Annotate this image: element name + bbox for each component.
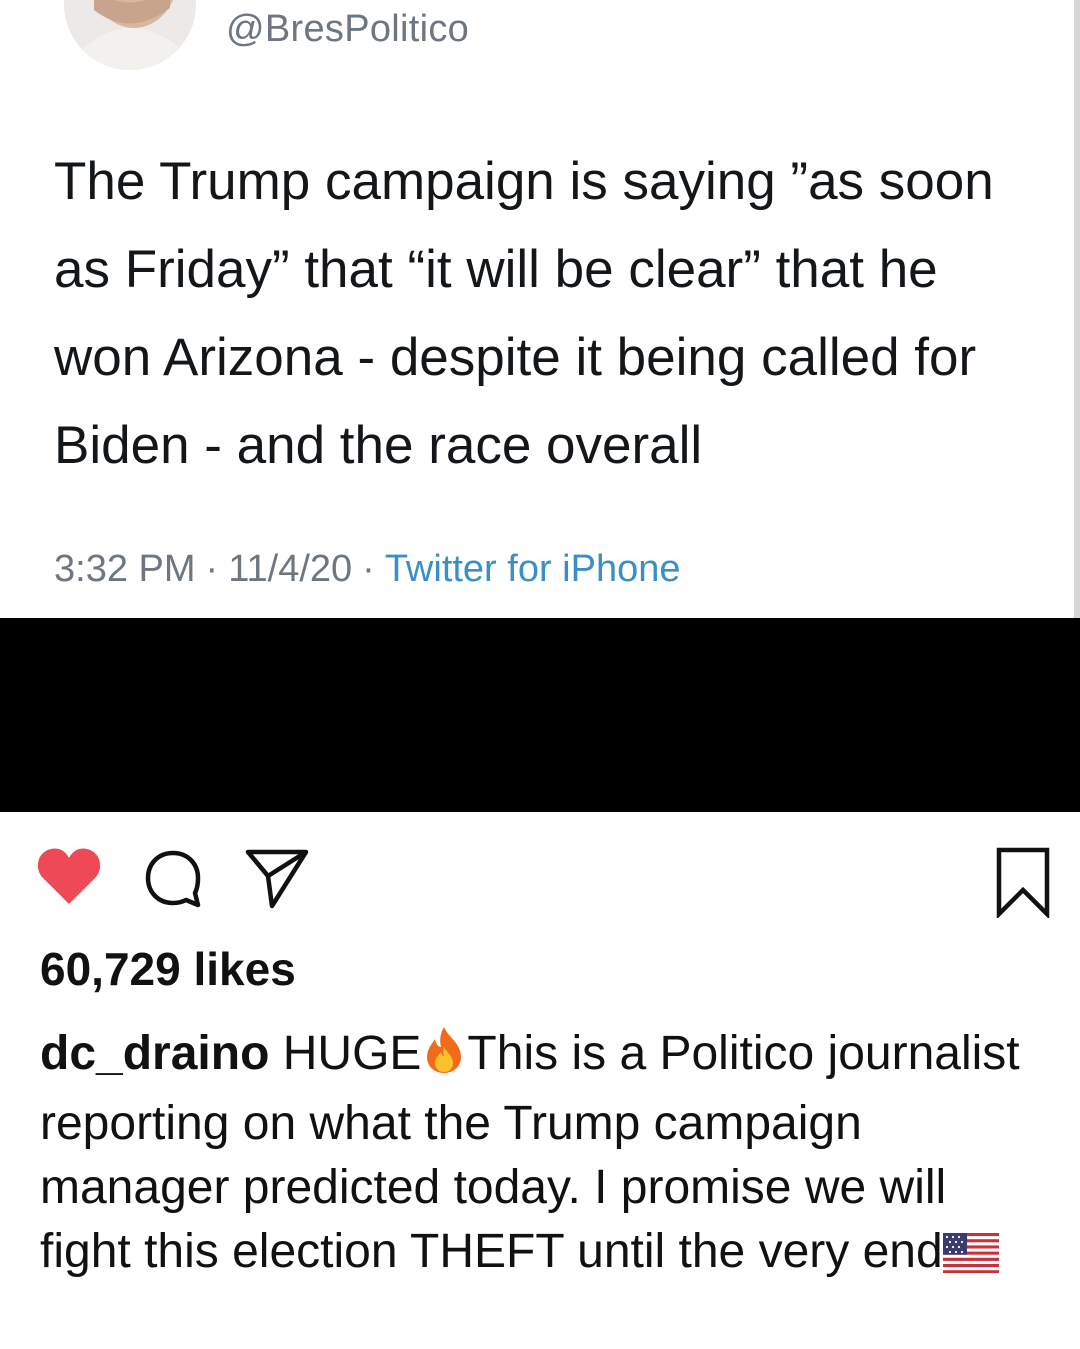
likes-count[interactable]: 60,729 likes: [40, 942, 296, 996]
redaction-band: [0, 618, 1080, 812]
meta-separator: ·: [362, 548, 375, 590]
comment-button[interactable]: [140, 846, 206, 912]
fire-emoji-icon: [421, 1025, 467, 1092]
tweet-card: @BresPolitico The Trump campaign is sayi…: [0, 0, 1080, 618]
avatar-image: [64, 0, 196, 70]
caption-text-start: HUGE: [282, 1027, 422, 1080]
tweet-text: The Trump campaign is saying ”as soon as…: [54, 152, 994, 475]
comment-icon: [145, 850, 201, 908]
send-icon: [245, 849, 309, 909]
post-caption: dc_draino HUGE This is a Politico journal…: [40, 1022, 1030, 1290]
heart-icon: [37, 848, 101, 904]
tweet-date: 11/4/20: [228, 548, 353, 590]
bookmark-icon: [996, 847, 1050, 920]
scrollbar-edge: [1074, 0, 1080, 618]
instagram-post: 60,729 likes dc_draino HUGE This is a Pol…: [0, 812, 1080, 1349]
like-button[interactable]: [36, 846, 102, 906]
tweet-time: 3:32 PM: [54, 548, 196, 590]
meta-separator: ·: [205, 548, 219, 590]
avatar[interactable]: [64, 0, 196, 70]
save-button[interactable]: [994, 846, 1052, 920]
caption-username[interactable]: dc_draino: [40, 1027, 269, 1080]
share-button[interactable]: [242, 846, 312, 910]
tweet-source-link[interactable]: Twitter for iPhone: [385, 548, 681, 590]
action-bar: [0, 812, 1080, 932]
us-flag-emoji-icon: [942, 1226, 999, 1290]
tweet-meta: 3:32 PM · 11/4/20 · Twitter for iPhone: [54, 548, 681, 591]
tweet-handle[interactable]: @BresPolitico: [226, 8, 469, 51]
